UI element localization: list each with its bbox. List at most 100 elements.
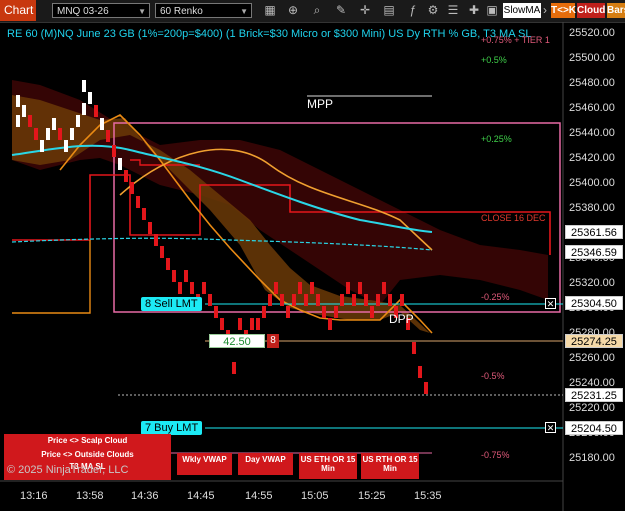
renko-brick bbox=[184, 270, 188, 282]
buy-limit-order[interactable]: 7 Buy LMT bbox=[141, 421, 203, 435]
indicators-icon[interactable]: ƒ bbox=[405, 3, 421, 18]
renko-brick bbox=[124, 170, 128, 182]
instrument-selector[interactable]: MNQ 03-26 ▼ bbox=[52, 3, 150, 18]
renko-brick bbox=[136, 196, 140, 208]
renko-brick bbox=[130, 182, 134, 194]
tk-button[interactable]: T<>K bbox=[551, 3, 576, 18]
pct-label: -0.75% bbox=[481, 450, 510, 460]
sell-limit-order[interactable]: 8 Sell LMT bbox=[141, 297, 202, 311]
grid-icon[interactable]: ▣ bbox=[484, 3, 500, 18]
price-marker: 25346.59 bbox=[565, 245, 623, 259]
pct-label: -0.5% bbox=[481, 371, 505, 381]
day-vwap-button[interactable]: Day VWAP bbox=[238, 453, 293, 475]
zoom-in-icon[interactable]: ⊕ bbox=[285, 3, 301, 18]
renko-brick bbox=[268, 294, 272, 306]
chevron-right-icon[interactable]: › bbox=[540, 3, 550, 18]
renko-brick bbox=[16, 95, 20, 107]
copyright-text: © 2025 NinjaTrader, LLC bbox=[7, 464, 129, 476]
chart-data-icon[interactable]: ▤ bbox=[381, 3, 397, 18]
y-axis-label: 25500.00 bbox=[569, 52, 615, 64]
renko-brick bbox=[304, 294, 308, 306]
renko-brick bbox=[82, 103, 86, 115]
renko-brick bbox=[412, 342, 416, 354]
renko-brick bbox=[238, 318, 242, 330]
y-axis-label: 25420.00 bbox=[569, 152, 615, 164]
pct-label-top: +0.75% + TIER 1 bbox=[481, 35, 550, 45]
x-axis-label: 14:36 bbox=[131, 490, 159, 502]
draw-object-icon[interactable]: ✚ bbox=[466, 3, 482, 18]
renko-brick bbox=[46, 128, 50, 140]
outside-clouds-button[interactable]: Price <> Outside Clouds bbox=[4, 448, 171, 462]
renko-brick bbox=[154, 234, 158, 246]
scalp-cloud-button[interactable]: Price <> Scalp Cloud bbox=[4, 434, 171, 448]
renko-brick bbox=[358, 282, 362, 294]
price-marker: 25361.56 bbox=[565, 225, 623, 240]
us-rth-or-button[interactable]: US RTH OR 15 Min bbox=[361, 453, 419, 479]
renko-brick bbox=[178, 282, 182, 294]
pct-label: +0.25% bbox=[481, 134, 512, 144]
strategy-icon[interactable]: ⚙ bbox=[425, 3, 441, 18]
cancel-sell-order-icon[interactable]: ✕ bbox=[545, 298, 556, 309]
period-selector[interactable]: 60 Renko ▼ bbox=[155, 3, 252, 18]
renko-brick bbox=[64, 140, 68, 152]
dpp-label: DPP bbox=[389, 312, 414, 326]
renko-brick bbox=[256, 318, 260, 330]
renko-brick bbox=[370, 306, 374, 318]
renko-brick bbox=[232, 362, 236, 374]
renko-brick bbox=[298, 282, 302, 294]
renko-brick bbox=[82, 80, 86, 92]
renko-brick bbox=[34, 128, 38, 140]
slowma-button[interactable]: SlowMA bbox=[503, 3, 541, 18]
chart-tab[interactable]: Chart bbox=[0, 0, 36, 21]
cancel-buy-order-icon[interactable]: ✕ bbox=[545, 422, 556, 433]
renko-brick bbox=[310, 282, 314, 294]
x-axis-label: 14:55 bbox=[245, 490, 273, 502]
renko-brick bbox=[340, 294, 344, 306]
renko-brick bbox=[286, 306, 290, 318]
orange-step-left bbox=[12, 240, 91, 314]
y-axis-label: 25180.00 bbox=[569, 452, 615, 464]
position-quantity[interactable]: 8 bbox=[267, 334, 279, 348]
wkly-vwap-button[interactable]: Wkly VWAP bbox=[177, 453, 232, 475]
bars-icon[interactable]: ▦ bbox=[262, 3, 278, 18]
bars-button[interactable]: Bars bbox=[607, 3, 625, 18]
pct-label: -0.25% bbox=[481, 292, 510, 302]
x-axis-label: 15:35 bbox=[414, 490, 442, 502]
us-eth-or-button[interactable]: US ETH OR 15 Min bbox=[299, 453, 357, 479]
y-axis-label: 25380.00 bbox=[569, 202, 615, 214]
pct-label: +0.5% bbox=[481, 55, 507, 65]
renko-brick bbox=[106, 130, 110, 142]
renko-brick bbox=[28, 115, 32, 127]
y-axis-label: 25520.00 bbox=[569, 27, 615, 39]
renko-brick bbox=[22, 105, 26, 117]
period-label: 60 Renko bbox=[160, 6, 203, 17]
renko-brick bbox=[88, 92, 92, 104]
position-pnl[interactable]: 42.50 bbox=[209, 334, 265, 348]
renko-brick bbox=[388, 294, 392, 306]
magnifier-icon[interactable]: ⌕ bbox=[309, 3, 325, 18]
renko-brick bbox=[16, 115, 20, 127]
renko-brick bbox=[70, 128, 74, 140]
renko-brick bbox=[202, 282, 206, 294]
price-marker: 25231.25 bbox=[565, 387, 623, 402]
chevron-down-icon: ▼ bbox=[138, 7, 146, 16]
x-axis-label: 13:16 bbox=[20, 490, 48, 502]
cloud-button[interactable]: Cloud bbox=[577, 3, 605, 18]
y-axis-label: 25320.00 bbox=[569, 277, 615, 289]
pencil-icon[interactable]: ✎ bbox=[333, 3, 349, 18]
renko-brick bbox=[166, 258, 170, 270]
renko-brick bbox=[424, 382, 428, 394]
properties-icon[interactable]: ☰ bbox=[445, 3, 461, 18]
y-axis-label: 25440.00 bbox=[569, 127, 615, 139]
chart-title: RE 60 (M)NQ June 23 GB (1%=200p=$400) (1… bbox=[7, 28, 532, 40]
chevron-down-icon: ▼ bbox=[240, 7, 248, 16]
renko-brick bbox=[220, 318, 224, 330]
crosshair-icon[interactable]: ✛ bbox=[357, 3, 373, 18]
renko-brick bbox=[280, 294, 284, 306]
y-axis-label: 25220.00 bbox=[569, 402, 615, 414]
renko-brick bbox=[40, 140, 44, 152]
renko-brick bbox=[190, 282, 194, 294]
renko-brick bbox=[364, 294, 368, 306]
renko-brick bbox=[52, 118, 56, 130]
y-axis-label: 25480.00 bbox=[569, 77, 615, 89]
